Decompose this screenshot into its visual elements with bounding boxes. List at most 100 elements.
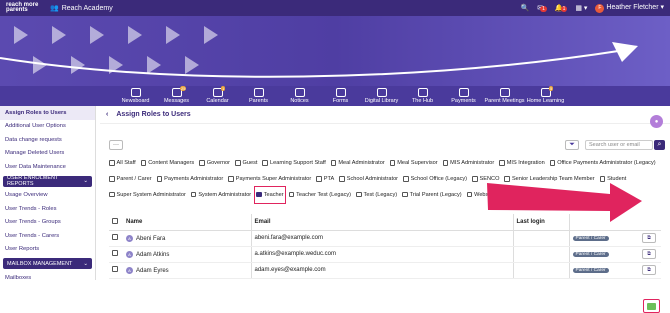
role-option-teacher-test-legacy[interactable]: Teacher Test (Legacy) [288, 188, 351, 202]
sidebar-section-mailbox-management[interactable]: MAILBOX MANAGEMENT ⌄ [3, 258, 92, 269]
col-name[interactable]: Name [123, 214, 251, 231]
sidebar-item-usage-overview[interactable]: Usage Overview [0, 189, 95, 203]
role-checkbox[interactable] [499, 160, 505, 166]
role-checkbox[interactable] [140, 160, 147, 166]
role-option-mis-integration[interactable]: MIS Integration [499, 156, 545, 170]
nav-digital-library[interactable]: Digital Library [361, 86, 402, 106]
role-checkbox[interactable] [442, 160, 449, 166]
user-menu[interactable]: F Heather Fletcher ▾ [595, 3, 664, 13]
row-checkbox[interactable] [112, 234, 118, 240]
role-option-senco[interactable]: SENCO [472, 172, 499, 186]
nav-messages[interactable]: 25 Messages [156, 86, 197, 106]
select-all-checkbox[interactable] [112, 218, 118, 224]
role-checkbox[interactable] [339, 176, 345, 182]
role-option-payments-administrator[interactable]: Payments Administrator [156, 172, 223, 186]
table-row[interactable]: A Adam Eyres adam.eyes@example.com Parent /… [109, 262, 661, 279]
role-checkbox[interactable] [356, 191, 362, 198]
messages-icon[interactable]: ✉1 [537, 4, 547, 12]
role-checkbox[interactable] [109, 191, 115, 198]
edit-user-button[interactable]: ⧉ [642, 265, 656, 275]
role-option-senior-leadership-team-member[interactable]: Senior Leadership Team Member [504, 172, 595, 186]
user-name[interactable]: Adam Atkins [136, 252, 169, 258]
sidebar-item-additional-user-options[interactable]: Additional User Options [0, 120, 95, 134]
sidebar-item-user-trends-roles[interactable]: User Trends - Roles [0, 202, 95, 216]
role-checkbox[interactable] [599, 176, 606, 182]
sidebar-item-user-trends-carers[interactable]: User Trends - Carers [0, 229, 95, 243]
nav-the-hub[interactable]: The Hub [402, 86, 443, 106]
apply-role-button[interactable] [643, 299, 660, 313]
role-option-all-staff[interactable]: All Staff [109, 156, 136, 170]
edit-user-button[interactable]: ⧉ [642, 249, 656, 259]
role-option-teacher[interactable]: Teacher [254, 185, 286, 204]
table-row[interactable]: A Adam Atkins a.atkins@example.weduc.com Pa… [109, 246, 661, 263]
role-checkbox[interactable] [549, 160, 556, 166]
row-checkbox[interactable] [112, 250, 118, 256]
role-option-parent-carer[interactable]: Parent / Carer [109, 172, 152, 186]
role-option-meal-administrator[interactable]: Meal Administrator [330, 156, 385, 170]
role-option-super-system-administrator[interactable]: Super System Administrator [109, 188, 186, 202]
grid-icon[interactable]: ▦ ▾ [575, 4, 587, 12]
sidebar-item-assign-roles-to-users[interactable]: Assign Roles to Users [0, 106, 95, 120]
role-option-website-integration[interactable]: Website Integration [466, 188, 522, 202]
bell-icon[interactable]: 🔔1 [555, 4, 568, 12]
role-checkbox[interactable] [199, 160, 205, 166]
search-input[interactable]: Search user or email [585, 140, 653, 150]
nav-home-learning[interactable]: 5 Home Learning [525, 86, 566, 106]
sidebar-item-user-trends-groups[interactable]: User Trends - Groups [0, 216, 95, 230]
role-checkbox[interactable] [472, 176, 478, 182]
role-checkbox[interactable] [262, 160, 268, 166]
role-checkbox[interactable] [316, 176, 322, 182]
col-email[interactable]: Email [250, 214, 513, 231]
sidebar-item-user-reports[interactable]: User Reports [0, 243, 95, 257]
role-option-trial-parent-legacy[interactable]: Trial Parent (Legacy) [402, 188, 462, 202]
nav-calendar[interactable]: 1 Calendar [197, 86, 238, 106]
back-chevron-icon[interactable]: ‹ [106, 111, 108, 118]
role-checkbox[interactable] [228, 176, 234, 182]
role-checkbox[interactable] [288, 191, 295, 198]
filter-button[interactable]: ⏷ [565, 140, 579, 150]
more-options-button[interactable]: ··· [109, 140, 123, 150]
help-fab[interactable]: ● [650, 115, 663, 128]
role-option-pta[interactable]: PTA [316, 172, 334, 186]
role-option-mis-administrator[interactable]: MIS Administrator [442, 156, 494, 170]
school-switcher[interactable]: 👥 Reach Academy [50, 4, 113, 13]
role-checkbox[interactable] [256, 191, 262, 198]
role-option-office-payments-administrator-legacy[interactable]: Office Payments Administrator (Legacy) [549, 156, 656, 170]
search-button[interactable]: ⌕ [654, 140, 665, 150]
role-checkbox[interactable] [330, 160, 337, 166]
role-checkbox[interactable] [466, 191, 473, 198]
role-checkbox[interactable] [190, 191, 197, 198]
sidebar-item-user-data-maintenance[interactable]: User Data Maintenance [0, 160, 95, 174]
role-option-system-administrator[interactable]: System Administrator [190, 188, 251, 202]
role-option-governor[interactable]: Governor [199, 156, 230, 170]
role-option-meal-supervisor[interactable]: Meal Supervisor [389, 156, 438, 170]
nav-parents[interactable]: Parents [238, 86, 279, 106]
row-checkbox[interactable] [112, 266, 118, 272]
table-row[interactable]: A Abeni Fara abeni.fara@example.com Parent … [109, 230, 661, 247]
role-checkbox[interactable] [235, 160, 241, 166]
nav-newsboard[interactable]: Newsboard [115, 86, 156, 106]
sidebar-item-manage-deleted-users[interactable]: Manage Deleted Users [0, 147, 95, 161]
sidebar-item-mailboxes[interactable]: Mailboxes [0, 271, 95, 285]
role-option-payments-super-administrator[interactable]: Payments Super Administrator [228, 172, 311, 186]
role-option-school-administrator[interactable]: School Administrator [339, 172, 398, 186]
sidebar-item-data-change-requests[interactable]: Data change requests [0, 133, 95, 147]
nav-notices[interactable]: Notices [279, 86, 320, 106]
role-checkbox[interactable] [109, 160, 115, 166]
edit-user-button[interactable]: ⧉ [642, 233, 656, 243]
role-option-test-legacy[interactable]: Test (Legacy) [356, 188, 397, 202]
role-checkbox[interactable] [504, 176, 510, 182]
role-option-guest[interactable]: Guest [235, 156, 257, 170]
role-option-learning-support-staff[interactable]: Learning Support Staff [262, 156, 326, 170]
role-option-content-managers[interactable]: Content Managers [140, 156, 194, 170]
app-logo[interactable]: reach more parents [6, 2, 40, 13]
user-name[interactable]: Adam Eyres [136, 268, 169, 274]
nav-forms[interactable]: Forms [320, 86, 361, 106]
search-icon[interactable]: 🔍 [520, 4, 529, 12]
role-checkbox[interactable] [109, 176, 115, 182]
role-option-student[interactable]: Student [599, 172, 626, 186]
sidebar-section-user-enrolment-reports[interactable]: USER ENROLMENT REPORTS ⌄ [3, 175, 92, 187]
nav-payments[interactable]: Payments [443, 86, 484, 106]
role-checkbox[interactable] [389, 160, 396, 166]
col-last-login[interactable]: Last login [512, 214, 569, 231]
